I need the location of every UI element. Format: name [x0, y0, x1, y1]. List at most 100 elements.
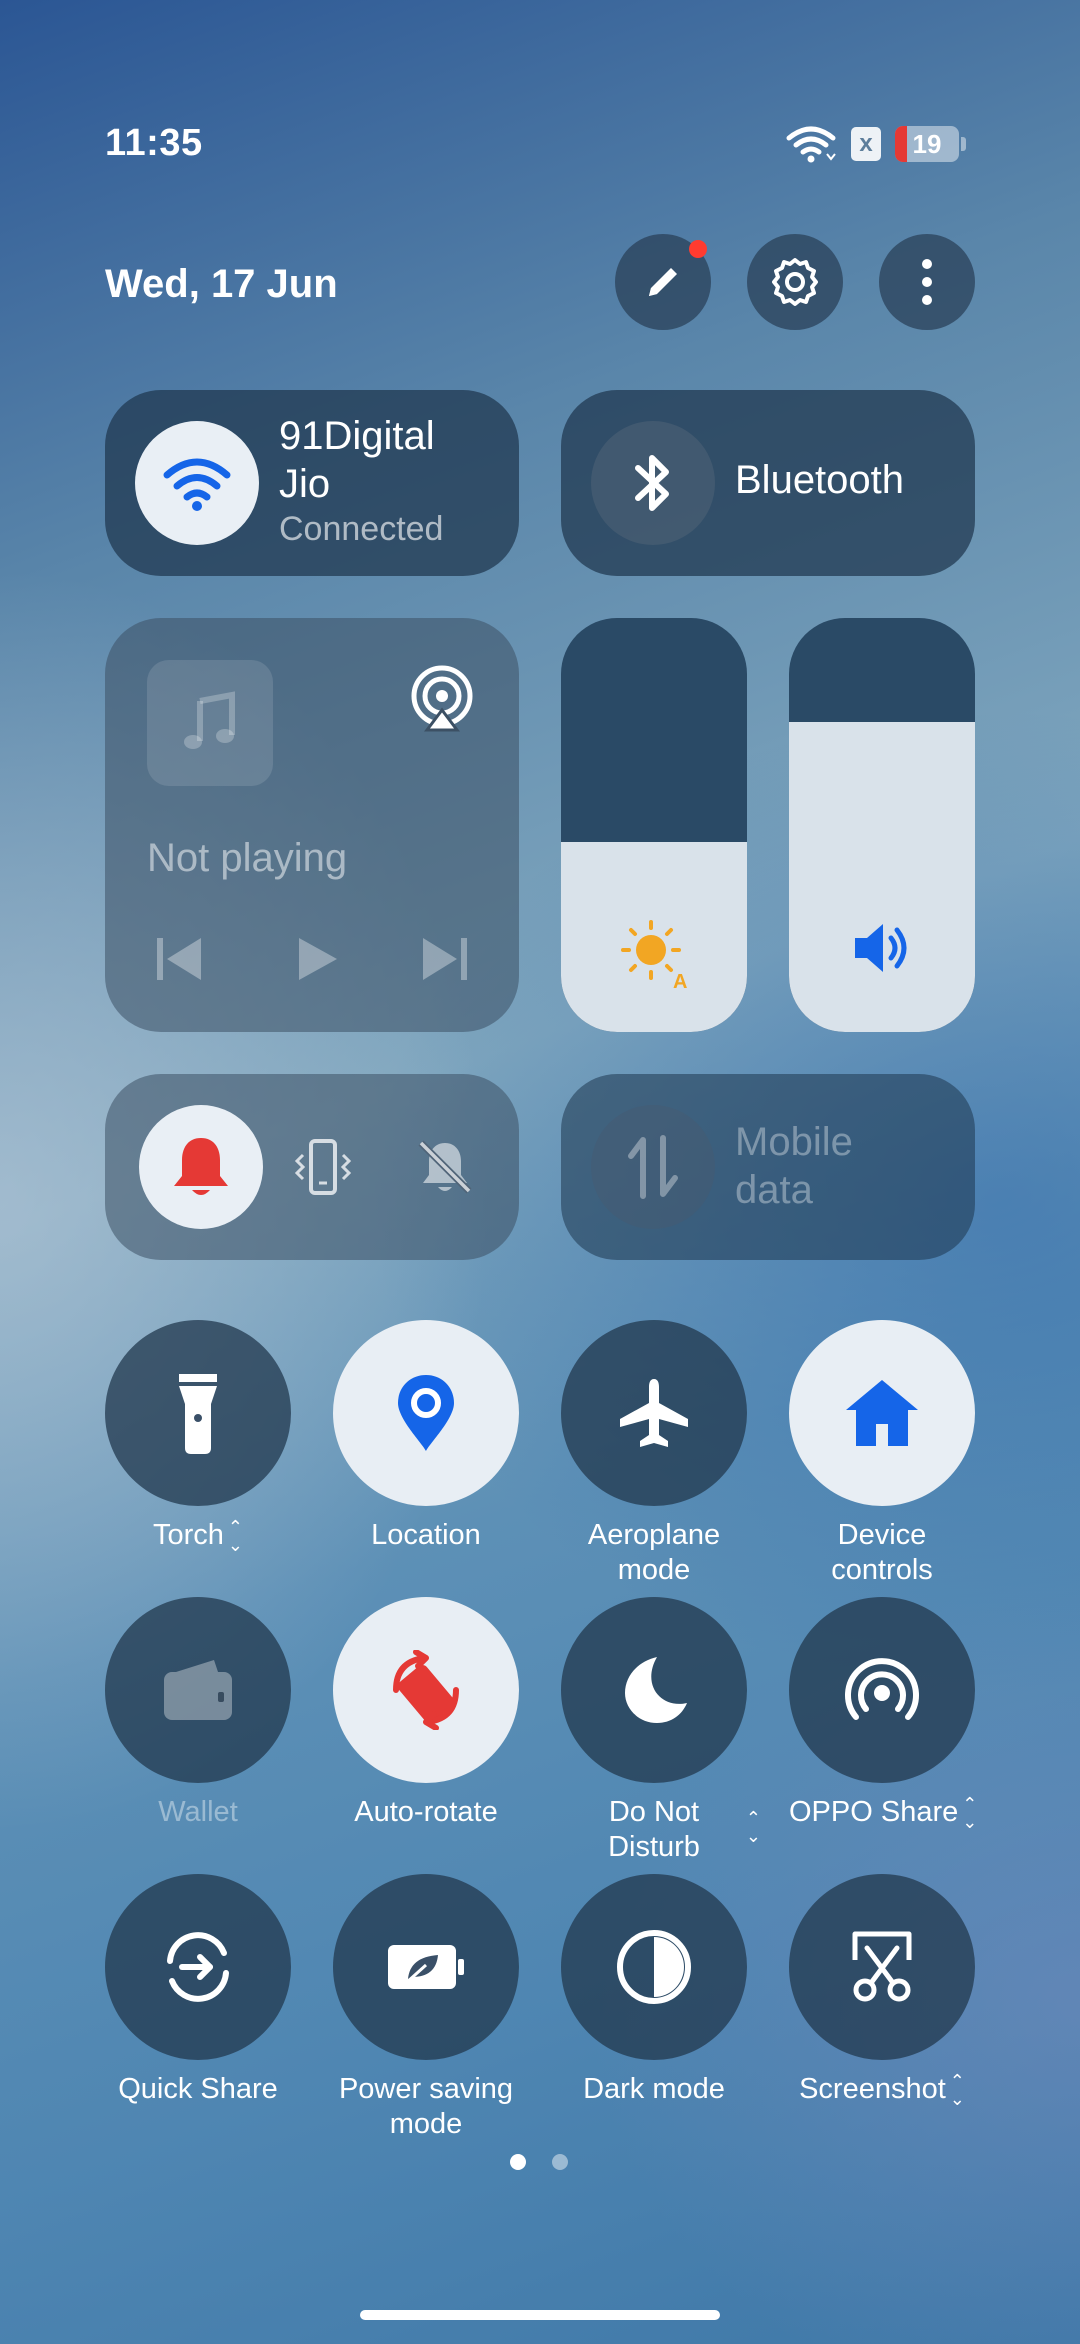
media-status: Not playing	[147, 836, 348, 880]
oppo-share-label-text: OPPO Share	[789, 1796, 959, 1828]
auto-rotate-button[interactable]	[333, 1597, 519, 1783]
volume-slider[interactable]	[789, 618, 975, 1032]
mobile-data-label-line1: Mobile	[735, 1120, 853, 1164]
tile-do-not-disturb[interactable]: Do Not Disturb ⌃ ⌄	[561, 1597, 761, 1865]
tile-oppo-share[interactable]: OPPO Share ⌃ ⌄	[789, 1597, 977, 1831]
mobile-data-panel[interactable]: Mobile data	[561, 1074, 975, 1260]
edit-button[interactable]	[615, 234, 711, 330]
auto-brightness-icon: A	[619, 918, 691, 995]
page-dot[interactable]	[552, 2154, 568, 2170]
power-saving-label-line2: mode	[389, 2108, 463, 2140]
play-button[interactable]	[295, 936, 339, 987]
home-indicator[interactable]	[360, 2310, 720, 2320]
wifi-status-icon	[786, 126, 836, 163]
silent-mode-button[interactable]	[415, 1137, 475, 1202]
aeroplane-mode-label-line2: mode	[617, 1554, 691, 1586]
do-not-disturb-label: Do Not Disturb ⌃ ⌄	[561, 1795, 761, 1865]
more-options-button[interactable]	[879, 234, 975, 330]
tile-auto-rotate[interactable]: Auto-rotate	[333, 1597, 519, 1830]
location-label: Location	[371, 1519, 481, 1551]
power-saving-button[interactable]	[333, 1874, 519, 2060]
tile-screenshot[interactable]: Screenshot ⌃ ⌄	[789, 1874, 975, 2108]
wifi-info: 91Digital Jio Connected	[279, 412, 443, 549]
quick-share-label: Quick Share	[118, 2073, 278, 2105]
vibrate-mode-button[interactable]	[293, 1137, 353, 1202]
do-not-disturb-label-line2: Disturb	[608, 1831, 700, 1863]
quick-share-button[interactable]	[105, 1874, 291, 2060]
vibrate-icon	[294, 1139, 352, 1195]
tile-device-controls[interactable]: Device controls	[789, 1320, 975, 1588]
next-button[interactable]	[419, 936, 469, 987]
wallet-button[interactable]	[105, 1597, 291, 1783]
tile-quick-share[interactable]: Quick Share	[105, 1874, 291, 2107]
expand-chevron-icon: ⌃ ⌄	[745, 1808, 761, 1846]
location-button[interactable]	[333, 1320, 519, 1506]
quick-share-icon	[167, 1932, 229, 2002]
tile-aeroplane-mode[interactable]: Aeroplane mode	[561, 1320, 747, 1588]
page-dot[interactable]	[510, 2154, 526, 2170]
wifi-panel[interactable]: 91Digital Jio Connected	[105, 390, 519, 576]
settings-button[interactable]	[747, 234, 843, 330]
status-icons: x 19	[785, 124, 966, 164]
more-vertical-icon	[922, 259, 932, 305]
device-controls-label-line2: controls	[831, 1554, 933, 1586]
mobile-data-label: Mobile data	[735, 1118, 853, 1214]
device-controls-label: Device controls	[789, 1518, 975, 1588]
tile-wallet[interactable]: Wallet	[105, 1597, 291, 1830]
power-saving-label: Power saving mode	[333, 2072, 519, 2142]
ring-mode-button[interactable]	[139, 1105, 263, 1229]
do-not-disturb-button[interactable]	[561, 1597, 747, 1783]
bluetooth-icon	[635, 455, 669, 511]
pencil-icon	[649, 268, 677, 296]
bluetooth-panel[interactable]: Bluetooth	[561, 390, 975, 576]
battery-tip	[961, 137, 966, 151]
wifi-network-name-line1: 91Digital	[279, 414, 435, 458]
wifi-toggle[interactable]	[135, 421, 259, 545]
previous-button[interactable]	[155, 936, 205, 987]
battery-saver-icon	[388, 1945, 464, 1989]
bell-off-icon	[418, 1140, 472, 1194]
notification-dot	[689, 240, 707, 258]
brightness-slider[interactable]: A	[561, 618, 747, 1032]
bluetooth-toggle[interactable]	[591, 421, 715, 545]
oppo-share-icon	[845, 1658, 919, 1720]
wallet-label: Wallet	[158, 1796, 238, 1828]
tile-location[interactable]: Location	[333, 1320, 519, 1553]
aeroplane-mode-label-line1: Aeroplane	[587, 1519, 721, 1551]
wallet-icon	[164, 1660, 232, 1720]
airplane-icon	[620, 1379, 688, 1447]
bluetooth-label: Bluetooth	[735, 458, 905, 502]
battery-icon: 19	[895, 126, 959, 162]
data-arrows-icon	[628, 1135, 678, 1199]
tile-torch[interactable]: Torch ⌃ ⌄	[105, 1320, 291, 1554]
aeroplane-mode-label: Aeroplane mode	[561, 1518, 747, 1588]
skip-next-icon	[423, 938, 467, 980]
aeroplane-mode-button[interactable]	[561, 1320, 747, 1506]
wifi-icon	[163, 458, 231, 511]
device-controls-label-line1: Device	[837, 1519, 927, 1551]
auto-rotate-label: Auto-rotate	[354, 1796, 498, 1828]
oppo-share-button[interactable]	[789, 1597, 975, 1783]
status-time: 11:35	[105, 122, 203, 164]
wifi-network-name-line2: Jio	[279, 462, 331, 506]
wifi-status: Connected	[279, 510, 444, 548]
screenshot-label: Screenshot ⌃ ⌄	[789, 2072, 975, 2108]
screen-rotation-icon	[393, 1650, 459, 1730]
home-icon	[846, 1380, 918, 1446]
dark-mode-button[interactable]	[561, 1874, 747, 2060]
torch-button[interactable]	[105, 1320, 291, 1506]
device-controls-button[interactable]	[789, 1320, 975, 1506]
moon-icon	[625, 1657, 687, 1723]
audio-output-button[interactable]	[407, 664, 477, 739]
volume-fill	[789, 721, 975, 1032]
tile-dark-mode[interactable]: Dark mode	[561, 1874, 747, 2107]
bell-icon	[174, 1138, 228, 1195]
screenshot-button[interactable]	[789, 1874, 975, 2060]
screenshot-scissors-icon	[852, 1931, 912, 2002]
tile-power-saving[interactable]: Power saving mode	[333, 1874, 519, 2142]
mobile-data-toggle[interactable]	[591, 1105, 715, 1229]
screenshot-label-text: Screenshot	[799, 2073, 946, 2105]
media-panel[interactable]: Not playing	[105, 618, 519, 1032]
location-pin-icon	[398, 1375, 454, 1451]
mobile-data-label-line2: data	[735, 1168, 813, 1212]
